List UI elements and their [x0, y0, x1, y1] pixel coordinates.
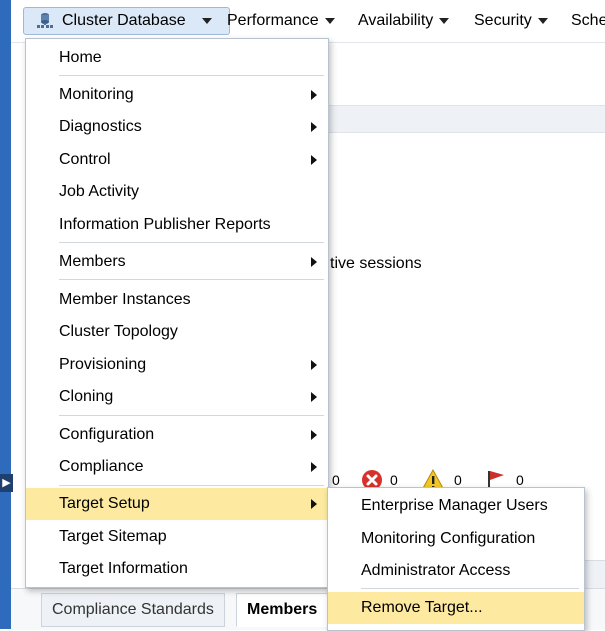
- menu-separator: [59, 242, 324, 243]
- menu-separator: [59, 279, 324, 280]
- menu-item-member-instances[interactable]: Member Instances: [26, 284, 328, 316]
- top-menubar: Cluster Database Performance Availabilit…: [11, 0, 605, 43]
- expand-panel-arrow-icon[interactable]: ▶: [0, 474, 13, 492]
- chevron-down-icon: [439, 17, 450, 24]
- menu-item-members[interactable]: Members: [26, 246, 328, 278]
- cluster-database-icon: [37, 13, 53, 28]
- menu-item-diagnostics[interactable]: Diagnostics: [26, 111, 328, 143]
- target-setup-submenu: Enterprise Manager Users Monitoring Conf…: [327, 487, 585, 631]
- menu-label: Performance: [227, 12, 319, 29]
- menu-label: Cluster Database: [62, 12, 186, 29]
- menu-item-label: Cloning: [59, 388, 114, 405]
- tab-label: Compliance Standards: [52, 601, 214, 618]
- menu-item-configuration[interactable]: Configuration: [26, 419, 328, 451]
- submenu-arrow-icon: [311, 257, 317, 267]
- submenu-item-enterprise-manager-users[interactable]: Enterprise Manager Users: [328, 490, 584, 522]
- menu-item-target-sitemap[interactable]: Target Sitemap: [26, 521, 328, 553]
- chevron-down-icon: [537, 17, 548, 24]
- menu-item-label: Member Instances: [59, 291, 191, 308]
- menu-item-label: Provisioning: [59, 356, 147, 373]
- submenu-arrow-icon: [311, 430, 317, 440]
- menu-item-label: Information Publisher Reports: [59, 216, 271, 233]
- submenu-item-administrator-access[interactable]: Administrator Access: [328, 555, 584, 587]
- menu-item-label: Monitoring Configuration: [361, 530, 536, 547]
- menu-item-label: Diagnostics: [59, 118, 142, 135]
- menu-item-label: Members: [59, 253, 126, 270]
- menu-separator: [361, 588, 579, 589]
- menu-label: Sche: [571, 12, 605, 29]
- tab-label: Members: [247, 601, 318, 618]
- tab-compliance-standards[interactable]: Compliance Standards: [41, 593, 225, 627]
- tab-members[interactable]: Members: [236, 593, 329, 627]
- menu-item-label: Control: [59, 151, 111, 168]
- menu-item-label: Job Activity: [59, 183, 140, 200]
- menu-item-job-activity[interactable]: Job Activity: [26, 176, 328, 208]
- menu-schedule[interactable]: Sche: [571, 8, 605, 34]
- chevron-down-icon: [324, 17, 335, 24]
- menu-item-compliance[interactable]: Compliance: [26, 451, 328, 483]
- menu-separator: [59, 75, 324, 76]
- submenu-arrow-icon: [311, 392, 317, 402]
- menu-item-control[interactable]: Control: [26, 144, 328, 176]
- menu-cluster-database[interactable]: Cluster Database: [23, 7, 230, 35]
- menu-item-label: Cluster Topology: [59, 323, 178, 340]
- menu-item-label: Monitoring: [59, 86, 134, 103]
- menu-item-label: Compliance: [59, 458, 144, 475]
- menu-item-information-publisher-reports[interactable]: Information Publisher Reports: [26, 209, 328, 241]
- submenu-arrow-icon: [311, 90, 317, 100]
- menu-item-label: Enterprise Manager Users: [361, 497, 548, 514]
- submenu-arrow-icon: [311, 499, 317, 509]
- menu-separator: [59, 485, 324, 486]
- submenu-item-remove-target[interactable]: Remove Target...: [328, 592, 584, 624]
- menu-performance[interactable]: Performance: [227, 8, 335, 34]
- left-nav-strip: [0, 0, 11, 629]
- active-sessions-text: tive sessions: [330, 255, 422, 272]
- menu-availability[interactable]: Availability: [358, 8, 450, 34]
- menu-label: Security: [474, 12, 532, 29]
- menu-item-target-setup[interactable]: Target Setup: [26, 488, 328, 520]
- menu-separator: [59, 415, 324, 416]
- menu-item-label: Target Sitemap: [59, 528, 167, 545]
- menu-item-cluster-topology[interactable]: Cluster Topology: [26, 316, 328, 348]
- menu-item-monitoring[interactable]: Monitoring: [26, 79, 328, 111]
- submenu-arrow-icon: [311, 155, 317, 165]
- submenu-arrow-icon: [311, 122, 317, 132]
- submenu-item-monitoring-configuration[interactable]: Monitoring Configuration: [328, 523, 584, 555]
- cluster-database-menu: Home Monitoring Diagnostics Control Job …: [25, 38, 329, 588]
- menu-item-label: Administrator Access: [361, 562, 511, 579]
- menu-item-label: Target Information: [59, 560, 188, 577]
- menu-label: Availability: [358, 12, 434, 29]
- menu-item-target-information[interactable]: Target Information: [26, 553, 328, 585]
- menu-item-label: Remove Target...: [361, 599, 483, 616]
- menu-item-label: Home: [59, 49, 102, 66]
- region-header-band: [327, 105, 605, 133]
- menu-item-provisioning[interactable]: Provisioning: [26, 349, 328, 381]
- menu-item-cloning[interactable]: Cloning: [26, 381, 328, 413]
- menu-security[interactable]: Security: [474, 8, 548, 34]
- submenu-arrow-icon: [311, 462, 317, 472]
- submenu-arrow-icon: [311, 360, 317, 370]
- menu-item-label: Target Setup: [59, 495, 150, 512]
- menu-item-home[interactable]: Home: [26, 42, 328, 74]
- chevron-down-icon: [202, 18, 212, 24]
- menu-item-label: Configuration: [59, 426, 155, 443]
